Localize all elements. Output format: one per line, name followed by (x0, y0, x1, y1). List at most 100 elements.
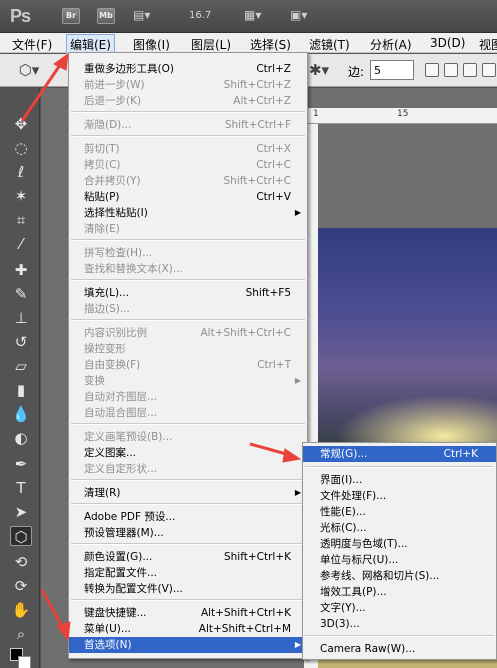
menu-separator (71, 599, 305, 601)
edit-menu-item[interactable]: 颜色设置(G)... Shift+Ctrl+K (69, 549, 307, 565)
menu-item-label: 描边(S)... (84, 303, 130, 315)
type-tool-icon[interactable]: T (10, 478, 32, 498)
menu-layer[interactable]: 图层(L) (191, 36, 231, 53)
hand-tool-icon[interactable]: ✋ (10, 600, 32, 620)
menu-analysis[interactable]: 分析(A) (370, 36, 412, 53)
edit-menu-item[interactable]: 重做多边形工具(O) Ctrl+Z (69, 61, 307, 77)
preferences-menu-item[interactable]: Camera Raw(W)... (303, 641, 496, 657)
preferences-menu-item[interactable]: 性能(E)... (303, 504, 496, 520)
photoshop-logo: Ps (10, 6, 31, 26)
menu-item-label: 首选项(N) (84, 639, 132, 651)
polygon-tool-preset-icon[interactable]: ⬡▾ (18, 60, 40, 80)
preferences-menu-item[interactable]: 光标(C)... (303, 520, 496, 536)
menu-filter[interactable]: 滤镜(T) (309, 36, 350, 53)
edit-menu-item: 自由变换(F) Ctrl+T (69, 357, 307, 373)
edit-menu-item: 变换 ▶ (69, 373, 307, 389)
path-selection-tool-icon[interactable]: ➤ (10, 502, 32, 522)
edit-menu-item: 清除(E) (69, 221, 307, 237)
menu-item-label: 前进一步(W) (84, 79, 145, 91)
exclude-mode-icon[interactable] (482, 63, 496, 77)
preferences-menu-item[interactable]: 文字(Y)... (303, 600, 496, 616)
menu-item-shortcut: Ctrl+X (256, 143, 291, 155)
blur-tool-icon[interactable]: 💧 (10, 404, 32, 424)
edit-menu-item: 前进一步(W) Shift+Ctrl+Z (69, 77, 307, 93)
bridge-button[interactable]: Br (62, 8, 80, 24)
edit-menu-item: 操控变形 (69, 341, 307, 357)
edit-menu-item[interactable]: Adobe PDF 预设... (69, 509, 307, 525)
subtract-mode-icon[interactable] (444, 63, 458, 77)
layout-arrange-icon[interactable]: ▦▾ (244, 8, 261, 22)
preferences-menu-item[interactable]: 常规(G)... Ctrl+K (303, 446, 496, 462)
edit-menu-item[interactable]: 选择性粘贴(I) ▶ (69, 205, 307, 221)
polygon-tool-icon[interactable]: ⬡ (10, 526, 32, 546)
menu-select[interactable]: 选择(S) (250, 36, 291, 53)
edit-menu-item[interactable]: 转换为配置文件(V)... (69, 581, 307, 597)
gradient-tool-icon[interactable]: ▮ (10, 380, 32, 400)
menu-item-label: 拷贝(C) (84, 159, 121, 171)
menu-separator (71, 135, 305, 137)
intersect-mode-icon[interactable] (463, 63, 477, 77)
edit-menu-item[interactable]: 预设管理器(M)... (69, 525, 307, 541)
edit-menu-item[interactable]: 清理(R) ▶ (69, 485, 307, 501)
menu-separator (71, 239, 305, 241)
menu-item-label: 内容识别比例 (84, 327, 147, 339)
preferences-menu-item[interactable]: 参考线、网格和切片(S)... (303, 568, 496, 584)
eraser-tool-icon[interactable]: ▱ (10, 356, 32, 376)
3d-orbit-tool-icon[interactable]: ⟳ (10, 576, 32, 596)
pen-tool-icon[interactable]: ✒ (10, 454, 32, 474)
zoom-level[interactable]: 16.7 (189, 10, 211, 21)
menu-item-label: 合并拷贝(Y) (84, 175, 141, 187)
menu-view[interactable]: 视图 (479, 36, 497, 53)
healing-brush-tool-icon[interactable]: ✚ (10, 260, 32, 280)
crop-tool-icon[interactable]: ⌗ (10, 210, 32, 230)
menu-image[interactable]: 图像(I) (133, 36, 170, 53)
preferences-menu-item[interactable]: 单位与标尺(U)... (303, 552, 496, 568)
eyedropper-tool-icon[interactable]: ⁄ (10, 234, 32, 254)
menu-item-label: 转换为配置文件(V)... (84, 583, 183, 595)
zoom-tool-icon[interactable]: ⌕ (10, 624, 32, 644)
brush-tool-icon[interactable]: ✎ (10, 284, 32, 304)
edit-menu-item[interactable]: 粘贴(P) Ctrl+V (69, 189, 307, 205)
move-tool-icon[interactable]: ✥ (10, 114, 32, 134)
menu-item-shortcut: Ctrl+K (443, 448, 478, 460)
preferences-menu-item[interactable]: 透明度与色域(T)... (303, 536, 496, 552)
film-strip-icon[interactable]: ▤▾ (133, 8, 150, 22)
sides-input[interactable] (370, 60, 414, 80)
edit-menu-item: 自动对齐图层... (69, 389, 307, 405)
preferences-menu-item[interactable]: 界面(I)... (303, 472, 496, 488)
clone-stamp-tool-icon[interactable]: ⊥ (10, 308, 32, 328)
edit-menu-item[interactable]: 键盘快捷键... Alt+Shift+Ctrl+K (69, 605, 307, 621)
screen-mode-icon[interactable]: ▣▾ (290, 8, 307, 22)
menu-file[interactable]: 文件(F) (12, 36, 52, 53)
menu-separator (305, 635, 494, 637)
mini-bridge-button[interactable]: Mb (97, 8, 115, 24)
3d-rotate-tool-icon[interactable]: ⟲ (10, 552, 32, 572)
preferences-menu-item[interactable]: 增效工具(P)... (303, 584, 496, 600)
menu-3d[interactable]: 3D(D) (430, 36, 465, 50)
dodge-tool-icon[interactable]: ◐ (10, 428, 32, 448)
edit-menu-item[interactable]: 首选项(N) ▶ (69, 637, 307, 653)
edit-menu-item[interactable]: 指定配置文件... (69, 565, 307, 581)
edit-menu-item[interactable]: 定义图案... (69, 445, 307, 461)
history-brush-tool-icon[interactable]: ↺ (10, 332, 32, 352)
menu-separator (71, 319, 305, 321)
menu-item-label: 自由变换(F) (84, 359, 141, 371)
preferences-menu-item[interactable]: 文件处理(F)... (303, 488, 496, 504)
background-color-swatch[interactable] (18, 656, 31, 668)
combine-mode-icon[interactable] (425, 63, 439, 77)
edit-menu-item[interactable]: 菜单(U)... Alt+Shift+Ctrl+M (69, 621, 307, 637)
menu-item-label: 性能(E)... (320, 506, 366, 518)
lasso-tool-icon[interactable]: ℓ (10, 162, 32, 182)
menu-item-shortcut: Shift+Ctrl+Z (223, 79, 291, 91)
edit-menu-item[interactable]: 填充(L)... Shift+F5 (69, 285, 307, 301)
custom-shape-icon[interactable]: ✱▾ (308, 60, 330, 80)
menu-item-shortcut: Shift+F5 (245, 287, 291, 299)
edit-menu-item: 拼写检查(H)... (69, 245, 307, 261)
menu-item-label: 渐隐(D)... (84, 119, 132, 131)
magic-wand-tool-icon[interactable]: ✶ (10, 186, 32, 206)
marquee-tool-icon[interactable]: ◌ (10, 138, 32, 158)
menu-item-label: 重做多边形工具(O) (84, 63, 174, 75)
edit-menu-item: 自动混合图层... (69, 405, 307, 421)
menu-separator (71, 503, 305, 505)
preferences-menu-item[interactable]: 3D(3)... (303, 616, 496, 632)
